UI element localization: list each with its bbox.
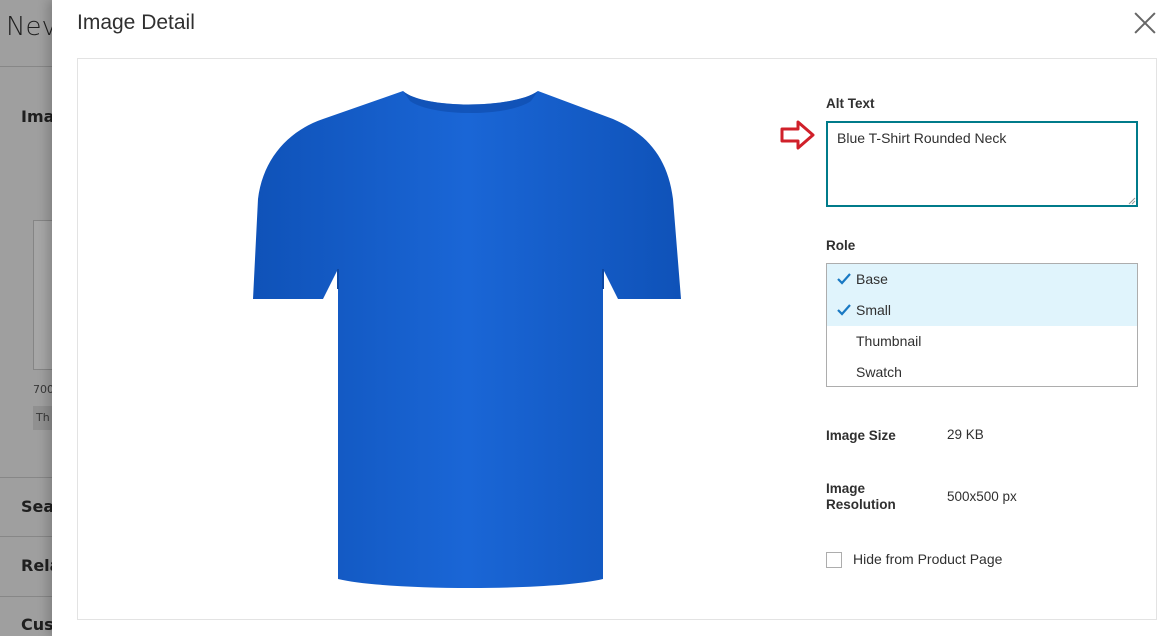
alt-text-input[interactable]: Blue T-Shirt Rounded Neck [826,121,1138,207]
tshirt-shape [253,91,681,588]
hide-from-product-page-checkbox[interactable] [826,552,842,568]
checkmark-icon [837,304,851,316]
hide-from-product-page-label[interactable]: Hide from Product Page [853,551,1002,567]
role-option-label: Swatch [856,364,902,380]
role-label: Role [826,238,856,253]
alt-text-label: Alt Text [826,96,875,111]
role-option-thumbnail[interactable]: Thumbnail [827,326,1137,357]
image-resolution-label-line1: Image [826,481,866,496]
arrow-right-icon [780,120,815,150]
close-icon[interactable] [1132,10,1158,36]
image-size-label: Image Size [826,428,896,443]
role-multiselect[interactable]: Base Small Thumbnail Swatch [826,263,1138,387]
product-image [253,91,681,588]
image-resolution-label-line2: Resolution [826,497,896,512]
role-option-label: Thumbnail [856,333,922,349]
image-resolution-value: 500x500 px [947,489,1017,504]
checkmark-icon [837,273,851,285]
role-option-label: Small [856,302,892,318]
image-resolution-label: Image Resolution [826,481,896,513]
role-option-base[interactable]: Base [827,264,1137,295]
modal-title: Image Detail [77,11,195,34]
modal-content: Alt Text Blue T-Shirt Rounded Neck Role … [77,58,1157,620]
role-option-swatch[interactable]: Swatch [827,357,1137,388]
resize-grip-icon[interactable] [1128,197,1136,205]
image-detail-modal: Image Detail Alt Text Blue T-Shirt Round… [52,0,1168,636]
role-option-label: Base [856,271,888,287]
role-option-small[interactable]: Small [827,295,1137,326]
image-size-value: 29 KB [947,427,984,442]
